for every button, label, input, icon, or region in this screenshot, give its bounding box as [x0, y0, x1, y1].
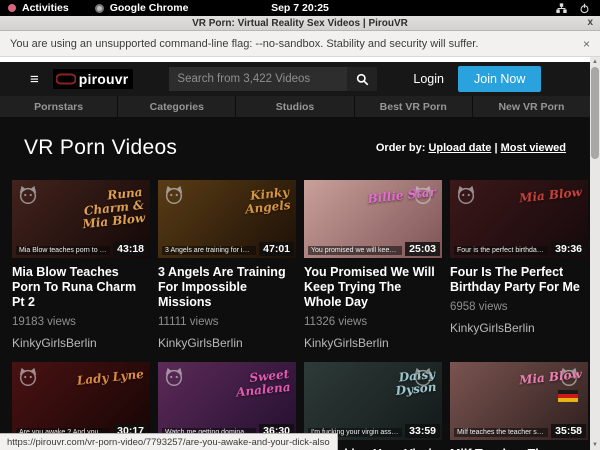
video-card[interactable]: Kinky Angels 3 Angels are training for i…: [158, 180, 296, 350]
power-icon[interactable]: [579, 3, 590, 14]
view-count: 19183 views: [12, 316, 150, 328]
order-by-label: Order by:: [376, 142, 426, 154]
video-thumbnail[interactable]: Sweet Analena Watch me getting dominated…: [158, 362, 296, 440]
join-now-button[interactable]: Join Now: [458, 66, 541, 92]
video-title-link[interactable]: Four Is The Perfect Birthday Party For M…: [450, 265, 588, 295]
video-thumbnail[interactable]: Lady Lyne Are you awake ? And your dick …: [12, 362, 150, 440]
search-button[interactable]: [347, 67, 377, 91]
hamburger-menu-icon[interactable]: ≡: [30, 72, 39, 87]
nav-item-new-vr-porn[interactable]: New VR Porn: [472, 96, 590, 117]
thumbnail-overlay-title: Mia Blow: [502, 186, 583, 207]
view-count: 6958 views: [450, 301, 588, 313]
order-by: Order by: Upload date | Most viewed: [376, 142, 566, 154]
order-upload-date-link[interactable]: Upload date: [428, 142, 491, 154]
video-title-link[interactable]: 3 Angels Are Training For Impossible Mis…: [158, 265, 296, 310]
nav-item-categories[interactable]: Categories: [117, 96, 235, 117]
page-title: VR Porn Videos: [24, 136, 177, 160]
thumbnail-overlay-title: Runa Charm & Mia Blow: [62, 186, 146, 233]
thumbnail-caption: Mia Blow teaches porn to Runa Charm pt. …: [16, 246, 110, 255]
duration-badge: 33:59: [405, 424, 440, 438]
logo-text: pirouvr: [79, 71, 129, 87]
studio-link[interactable]: KinkyGirlsBerlin: [12, 336, 150, 350]
duration-badge: 43:18: [113, 242, 148, 256]
chrome-warning-bar: You are using an unsupported command-lin…: [0, 31, 600, 57]
video-title-link[interactable]: Mia Blow Teaches Porn To Runa Charm Pt 2: [12, 265, 150, 310]
duration-badge: 35:58: [551, 424, 586, 438]
scrollbar-thumb[interactable]: [591, 67, 599, 159]
nav-item-pornstars[interactable]: Pornstars: [0, 96, 117, 117]
search-bar: [169, 67, 377, 91]
thumbnail-overlay-title: Lady Lyne: [64, 368, 145, 389]
duration-badge: 25:03: [405, 242, 440, 256]
system-top-bar: Activities Google Chrome Sep 7 20:25: [0, 0, 600, 16]
thumbnail-caption: Milf teaches the teacher some practical …: [454, 428, 548, 437]
duration-badge: 47:01: [259, 242, 294, 256]
video-card[interactable]: Mia Blow Four is the perfect birthday pa…: [450, 180, 588, 350]
activities-button[interactable]: Activities: [22, 2, 69, 14]
studio-catmask-logo-icon: [17, 366, 39, 388]
video-thumbnail[interactable]: Kinky Angels 3 Angels are training for i…: [158, 180, 296, 258]
search-icon: [356, 73, 369, 86]
focused-app-menu[interactable]: Google Chrome: [110, 2, 189, 14]
german-flag-icon: [558, 390, 578, 402]
warning-close-icon[interactable]: ×: [583, 37, 590, 51]
thumbnail-caption: You promised we will keep trying the who…: [308, 246, 402, 255]
page-head: VR Porn Videos Order by: Upload date | M…: [0, 117, 590, 179]
network-icon[interactable]: [556, 3, 567, 14]
video-grid: Runa Charm & Mia Blow Mia Blow teaches p…: [12, 180, 588, 450]
studio-catmask-logo-icon: [455, 184, 477, 206]
thumbnail-overlay-title: Daisy Dyson: [355, 368, 437, 402]
studio-catmask-logo-icon: [163, 184, 185, 206]
order-separator: |: [494, 142, 497, 154]
video-thumbnail[interactable]: Runa Charm & Mia Blow Mia Blow teaches p…: [12, 180, 150, 258]
site-header: ≡ pirouvr Login Join Now: [0, 62, 600, 96]
video-card[interactable]: Runa Charm & Mia Blow Mia Blow teaches p…: [12, 180, 150, 350]
nav-item-studios[interactable]: Studios: [235, 96, 353, 117]
studio-link[interactable]: KinkyGirlsBerlin: [304, 336, 442, 350]
order-most-viewed-link[interactable]: Most viewed: [501, 142, 566, 154]
studio-link[interactable]: KinkyGirlsBerlin: [158, 336, 296, 350]
thumbnail-caption: Four is the perfect birthday party for m…: [454, 246, 548, 255]
thumbnail-overlay-title: Kinky Angels: [209, 186, 291, 220]
thumbnail-caption: 3 Angels are training for impossible mis…: [162, 246, 256, 255]
video-title-link[interactable]: You Promised We Will Keep Trying The Who…: [304, 265, 442, 310]
scroll-down-icon[interactable]: ▼: [590, 440, 600, 450]
studio-catmask-logo-icon: [163, 366, 185, 388]
screen: Activities Google Chrome Sep 7 20:25 VR …: [0, 0, 600, 450]
video-card[interactable]: Mia Blow Milf teaches the teacher some p…: [450, 362, 588, 450]
view-count: 11111 views: [158, 316, 296, 328]
warning-text: You are using an unsupported command-lin…: [10, 38, 478, 50]
view-count: 11326 views: [304, 316, 442, 328]
video-thumbnail[interactable]: Daisy Dyson I'm fucking your virgin ass …: [304, 362, 442, 440]
video-card[interactable]: Billie Star You promised we will keep tr…: [304, 180, 442, 350]
record-indicator-icon: [8, 4, 16, 12]
video-thumbnail[interactable]: Billie Star You promised we will keep tr…: [304, 180, 442, 258]
status-url-bar: https://pirouvr.com/vr-porn-video/779325…: [0, 433, 338, 450]
thumbnail-overlay-title: Sweet Analena: [209, 368, 291, 402]
studio-link[interactable]: KinkyGirlsBerlin: [450, 321, 588, 335]
scroll-up-icon[interactable]: ▲: [590, 57, 600, 67]
login-link[interactable]: Login: [413, 72, 444, 86]
search-input[interactable]: [169, 67, 347, 91]
scrollbar[interactable]: ▲ ▼: [590, 57, 600, 450]
window-title-bar: VR Porn: Virtual Reality Sex Videos | Pi…: [0, 16, 600, 31]
duration-badge: 39:36: [551, 242, 586, 256]
studio-catmask-logo-icon: [17, 184, 39, 206]
vr-goggles-icon: [56, 73, 76, 85]
window-close-button[interactable]: x: [587, 17, 593, 28]
window-title: VR Porn: Virtual Reality Sex Videos | Pi…: [192, 18, 408, 29]
chrome-icon: [95, 4, 104, 13]
video-thumbnail[interactable]: Mia Blow Milf teaches the teacher some p…: [450, 362, 588, 440]
site-logo[interactable]: pirouvr: [53, 69, 134, 89]
main-nav: PornstarsCategoriesStudiosBest VR PornNe…: [0, 96, 590, 117]
nav-item-best-vr-porn[interactable]: Best VR Porn: [354, 96, 472, 117]
video-thumbnail[interactable]: Mia Blow Four is the perfect birthday pa…: [450, 180, 588, 258]
